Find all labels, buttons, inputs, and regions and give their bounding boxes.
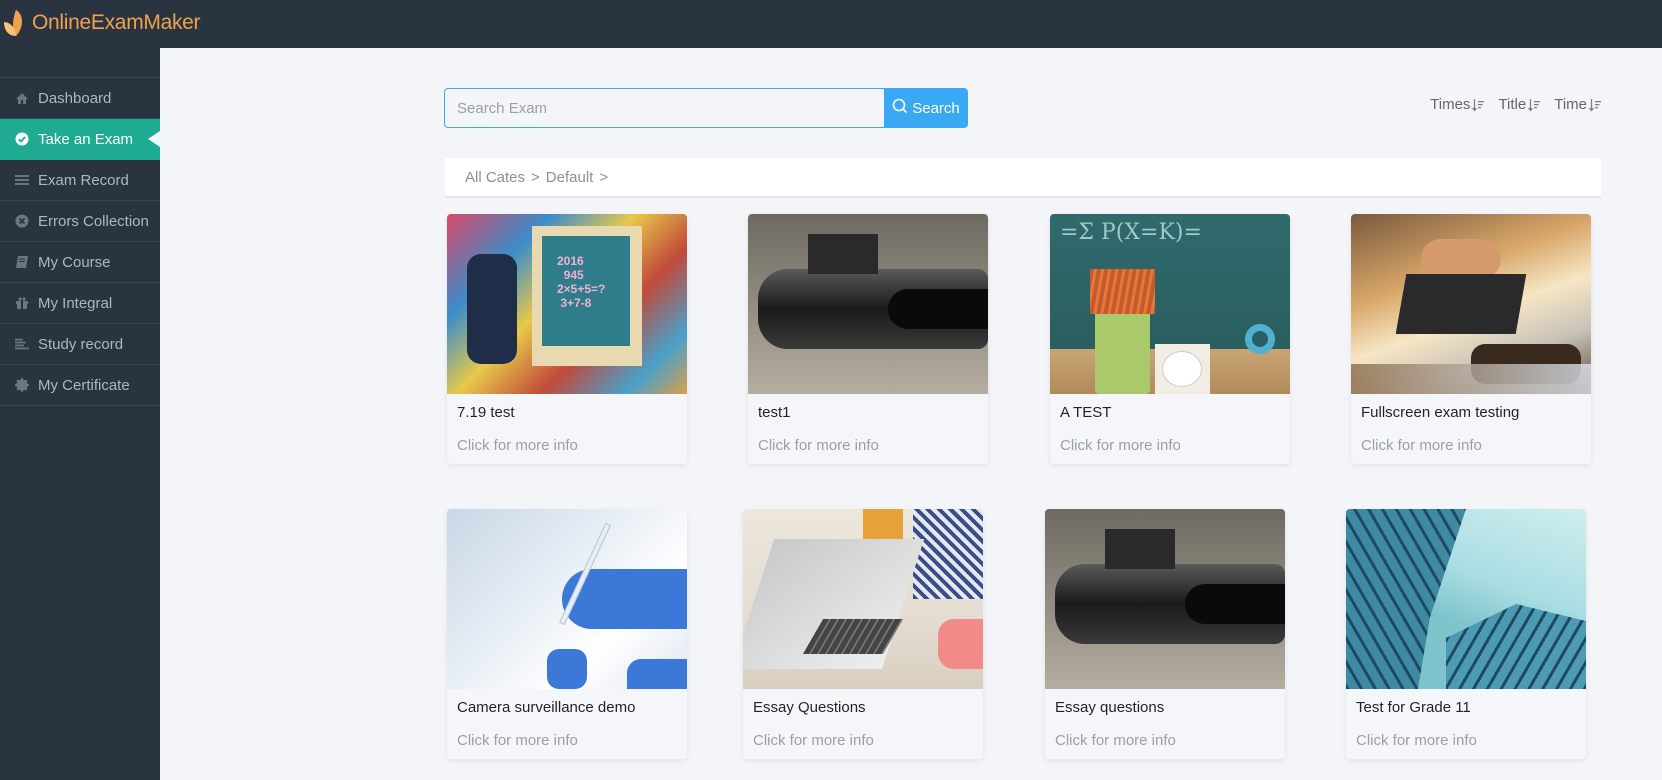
exam-thumbnail [1346,509,1586,689]
search-button-label: Search [912,99,960,117]
x-circle-icon [15,214,29,228]
align-left-icon [15,337,29,351]
exam-info-link[interactable]: Click for more info [1346,722,1586,749]
sidebar-item-label: My Course [38,253,111,271]
exam-thumbnail [1351,214,1591,394]
search-bar: Search [444,88,968,128]
breadcrumb: All Cates > Default > [445,158,1601,198]
exam-thumbnail [447,509,687,689]
search-button[interactable]: Search [884,88,968,128]
exam-card[interactable]: test1 Click for more info [748,214,988,464]
exam-thumbnail [1045,509,1285,689]
exam-info-link[interactable]: Click for more info [1045,722,1285,749]
sidebar: Dashboard Take an Exam Exam Record Error… [0,48,160,780]
sidebar-item-label: Dashboard [38,89,112,107]
sort-desc-icon [1588,98,1601,112]
sort-by-title[interactable]: Title [1498,96,1541,113]
sidebar-item-take-an-exam[interactable]: Take an Exam [0,119,160,160]
exam-info-link[interactable]: Click for more info [447,722,687,749]
search-icon [892,98,908,118]
sidebar-item-label: Study record [38,335,124,353]
sidebar-item-label: My Integral [38,294,113,312]
breadcrumb-all-cates[interactable]: All Cates [465,169,525,186]
exam-title: 7.19 test [457,404,515,421]
exam-thumbnail: =Σ P(X=K)= [1050,214,1290,394]
exam-title: A TEST [1060,404,1112,421]
sort-label: Title [1498,96,1527,113]
sidebar-item-errors-collection[interactable]: Errors Collection [0,201,160,242]
sort-by-times[interactable]: Times [1430,96,1485,113]
search-input[interactable] [444,88,884,128]
sidebar-item-label: Take an Exam [38,130,134,148]
exam-info-link[interactable]: Click for more info [1351,427,1591,454]
book-icon [15,255,29,269]
logo[interactable]: OnlineExamMaker [2,8,201,38]
top-header: OnlineExamMaker [0,0,1662,48]
exam-info-link[interactable]: Click for more info [748,427,988,454]
breadcrumb-separator: > [531,168,540,186]
sidebar-item-label: Errors Collection [38,212,149,230]
exam-thumbnail [743,509,983,689]
exam-thumbnail: 2016 945 2×5+5=? 3+7-8 [447,214,687,394]
exam-title: test1 [758,404,791,421]
sidebar-item-exam-record[interactable]: Exam Record [0,160,160,201]
exam-card[interactable]: Essay questions Click for more info [1045,509,1285,759]
sidebar-item-label: Exam Record [38,171,129,189]
breadcrumb-default[interactable]: Default [546,169,594,186]
exam-card[interactable]: =Σ P(X=K)= A TEST Click for more info [1050,214,1290,464]
exam-card[interactable]: Essay Questions Click for more info [743,509,983,759]
exam-title: Essay Questions [753,699,866,716]
certificate-icon [15,378,29,392]
sort-desc-icon [1528,98,1541,112]
sidebar-item-dashboard[interactable]: Dashboard [0,78,160,119]
exam-thumbnail [748,214,988,394]
gift-icon [15,296,29,310]
exam-title: Essay questions [1055,699,1165,716]
sidebar-nav: Dashboard Take an Exam Exam Record Error… [0,77,160,406]
breadcrumb-separator: > [599,168,609,186]
exam-card[interactable]: Camera surveillance demo Click for more … [447,509,687,759]
exam-info-link[interactable]: Click for more info [743,722,983,749]
sort-options: Times Title Time [1430,96,1601,113]
check-circle-icon [15,132,29,146]
logo-leaf-icon [2,8,30,38]
sidebar-item-my-certificate[interactable]: My Certificate [0,365,160,406]
sort-desc-icon [1472,98,1485,112]
sort-label: Times [1430,96,1471,113]
exam-title: Test for Grade 11 [1356,699,1471,716]
exam-info-link[interactable]: Click for more info [1050,427,1290,454]
home-icon [15,91,29,105]
app-name: OnlineExamMaker [32,11,201,34]
sidebar-item-label: My Certificate [38,376,130,394]
exam-title: Camera surveillance demo [457,699,636,716]
sort-label: Time [1554,96,1587,113]
exam-card[interactable]: 2016 945 2×5+5=? 3+7-8 7.19 test Click fo… [447,214,687,464]
list-icon [15,173,29,187]
sidebar-item-study-record[interactable]: Study record [0,324,160,365]
sort-by-time[interactable]: Time [1554,96,1601,113]
sidebar-item-my-course[interactable]: My Course [0,242,160,283]
exam-title: Fullscreen exam testing [1361,404,1520,421]
exam-card[interactable]: Test for Grade 11 Click for more info [1346,509,1586,759]
sidebar-item-my-integral[interactable]: My Integral [0,283,160,324]
exam-info-link[interactable]: Click for more info [447,427,687,454]
exam-card[interactable]: Fullscreen exam testing Click for more i… [1351,214,1591,464]
